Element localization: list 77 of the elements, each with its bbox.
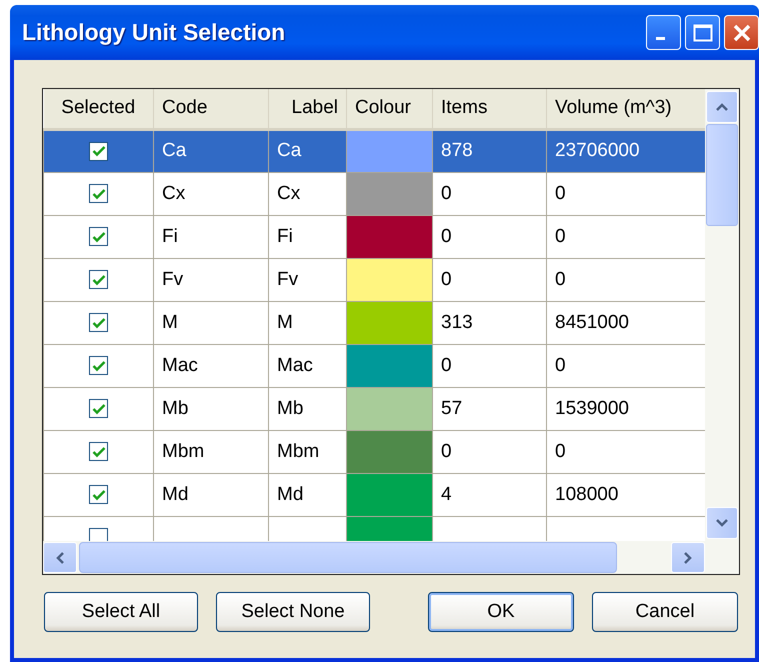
- table-cell: 0: [441, 182, 452, 204]
- table-cell: Mac: [277, 354, 313, 376]
- checkbox[interactable]: [89, 356, 108, 375]
- checkbox[interactable]: [89, 142, 108, 160]
- table-cell: 878: [441, 140, 473, 161]
- table-cell: Mac: [162, 354, 198, 376]
- table-cell: Ca: [277, 140, 302, 161]
- table-cell: Md: [162, 484, 188, 504]
- table-cell: 0: [441, 226, 452, 246]
- table-row[interactable]: Mac Mac 0 0: [44, 344, 705, 387]
- right-caret-icon: [683, 550, 693, 564]
- horizontal-scrollbar[interactable]: [43, 541, 739, 574]
- table-cell: Fi: [162, 226, 178, 246]
- table-cell: Ca: [162, 140, 186, 161]
- up-caret-icon: [715, 102, 729, 112]
- table-cell: Mb: [277, 398, 304, 418]
- scroll-up-button[interactable]: [706, 91, 738, 123]
- minimize-button[interactable]: [646, 15, 681, 50]
- table-cell: 4: [441, 484, 452, 504]
- dialog-button[interactable]: Cancel: [592, 592, 738, 632]
- table-cell: 0: [441, 268, 452, 290]
- table-row[interactable]: M M 313 8451000: [44, 301, 705, 344]
- dialog-button[interactable]: OK: [428, 592, 574, 632]
- table-cell: 8451000: [555, 312, 629, 332]
- table-cell: Fv: [162, 268, 184, 290]
- close-button[interactable]: [724, 15, 759, 50]
- table-cell: 0: [555, 440, 566, 462]
- checkbox[interactable]: [89, 313, 108, 332]
- vertical-scrollbar[interactable]: [705, 89, 739, 541]
- checkbox[interactable]: [89, 227, 108, 246]
- window-title: Lithology Unit Selection: [22, 19, 286, 46]
- minimize-icon: [656, 37, 665, 40]
- maximize-button[interactable]: [685, 15, 720, 50]
- table-cell: Mbm: [277, 440, 320, 462]
- table-cell: 0: [555, 354, 566, 376]
- table-cell: Fi: [277, 226, 293, 246]
- table-cell: M: [162, 312, 178, 332]
- checkbox[interactable]: [89, 184, 108, 203]
- table-cell: 0: [555, 268, 566, 290]
- checkbox[interactable]: [89, 485, 108, 504]
- table-row[interactable]: Md Md 4 108000: [44, 473, 705, 516]
- table-row[interactable]: Fv Fv 0 0: [44, 258, 705, 301]
- down-caret-icon: [715, 518, 729, 528]
- table-cell: 1539000: [555, 398, 629, 418]
- close-icon: [732, 22, 752, 42]
- scroll-down-button[interactable]: [706, 507, 738, 539]
- scroll-right-button[interactable]: [671, 542, 705, 573]
- table-row[interactable]: Mb Mb 57 1539000: [44, 387, 705, 430]
- table-cell: 0: [441, 440, 452, 462]
- table-row[interactable]: Fi Fi 0 0: [44, 215, 705, 258]
- table-cell: Mbm: [162, 440, 204, 462]
- table-cell: M: [277, 312, 293, 332]
- table-cell: 0: [441, 354, 452, 376]
- scroll-thumb[interactable]: [79, 542, 617, 573]
- table-row[interactable]: Cx Cx 0 0: [44, 172, 705, 215]
- checkbox[interactable]: [89, 270, 108, 289]
- table-cell: 0: [555, 226, 566, 246]
- left-caret-icon: [55, 550, 65, 564]
- table-cell: Cx: [162, 182, 186, 204]
- maximize-icon: [692, 24, 712, 42]
- table-cell: 57: [441, 398, 462, 418]
- table-cell: Mb: [162, 398, 188, 418]
- table-row[interactable]: Ca Ca 878 23706000: [44, 129, 705, 172]
- table-row[interactable]: Mbm Mbm 0 0: [44, 430, 705, 473]
- checkbox[interactable]: [89, 442, 108, 461]
- table-cell: Fv: [277, 268, 298, 290]
- scroll-thumb[interactable]: [706, 124, 738, 226]
- table-cell: 23706000: [555, 140, 640, 161]
- dialog-button[interactable]: Select None: [216, 592, 370, 632]
- table-cell: Md: [277, 484, 304, 504]
- scroll-left-button[interactable]: [43, 542, 77, 573]
- table-cell: 108000: [555, 484, 618, 504]
- dialog-button[interactable]: Select All: [44, 592, 198, 632]
- table-cell: 313: [441, 312, 473, 332]
- table-cell: 0: [555, 182, 566, 204]
- checkbox[interactable]: [89, 399, 108, 418]
- table-cell: Cx: [277, 182, 300, 204]
